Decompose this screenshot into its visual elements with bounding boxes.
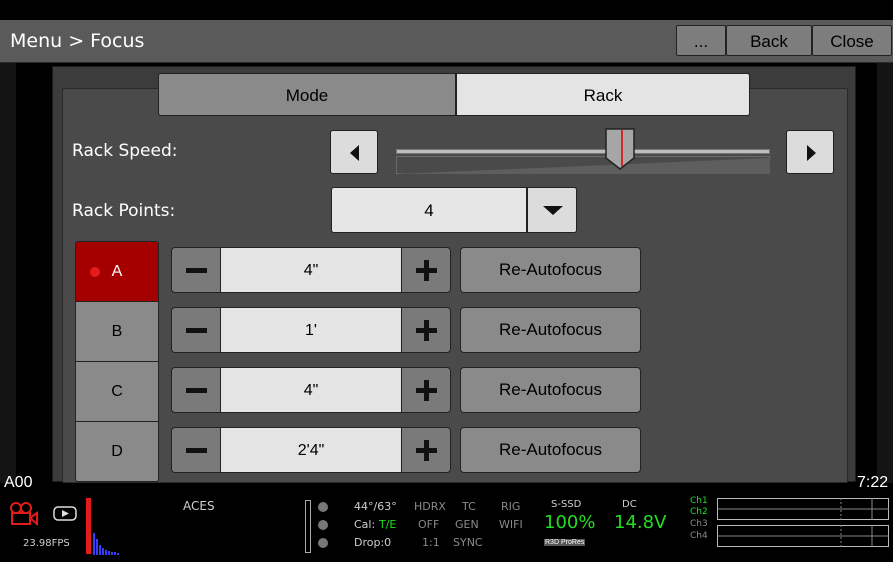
rack-speed-track[interactable] [396, 149, 770, 154]
point-b-decrease-button[interactable] [171, 307, 221, 353]
ratio-readout: 1:1 [422, 536, 440, 549]
rack-point-label: D [111, 443, 123, 460]
audio-channel-3: Ch3 [690, 519, 708, 529]
rack-speed-increase-button[interactable] [786, 130, 834, 174]
media-remaining: 100% [544, 512, 596, 533]
status-dot-icon [318, 520, 328, 530]
chevron-down-icon [543, 206, 563, 215]
audio-channel-1: Ch1 [690, 496, 708, 506]
temperature-readout: 44°/63° [354, 500, 397, 513]
breadcrumb-title: Menu > Focus [10, 30, 145, 52]
rig-label: RIG [501, 500, 521, 513]
point-d-decrease-button[interactable] [171, 427, 221, 473]
back-button[interactable]: Back [726, 25, 812, 56]
playback-icon[interactable] [53, 506, 77, 521]
tab-rack[interactable]: Rack [456, 73, 750, 116]
point-c-reautofocus-button[interactable]: Re-Autofocus [460, 367, 641, 413]
background-right-edge [877, 63, 893, 483]
arrow-left-icon [350, 145, 359, 161]
tab-mode[interactable]: Mode [158, 73, 456, 116]
arrow-right-icon [807, 145, 816, 161]
minus-icon [186, 268, 207, 273]
camera-status-bar: 23.98FPS ACES 44°/63° Cal: T/E Drop:0 HD… [0, 495, 893, 562]
fps-readout: 23.98FPS [23, 538, 70, 549]
point-a-reautofocus-button[interactable]: Re-Autofocus [460, 247, 641, 293]
audio-channel-4: Ch4 [690, 531, 708, 541]
point-c-distance: 4" [221, 367, 401, 413]
point-b-reautofocus-button[interactable]: Re-Autofocus [460, 307, 641, 353]
rack-points-select[interactable]: 4 [331, 187, 527, 233]
tc-label: TC [462, 500, 476, 513]
prores-badge: ProRes [560, 539, 586, 546]
audio-channel-2: Ch2 [690, 507, 708, 517]
point-d-distance: 2'4" [221, 427, 401, 473]
power-voltage: 14.8V [614, 512, 667, 533]
histogram-icon [93, 533, 119, 555]
hdrx-value: OFF [418, 518, 440, 531]
point-c-decrease-button[interactable] [171, 367, 221, 413]
rack-point-a[interactable]: A [75, 241, 159, 302]
point-d-increase-button[interactable] [401, 427, 451, 473]
record-camera-icon [10, 502, 38, 526]
calibration-value: T/E [379, 518, 397, 531]
point-c-increase-button[interactable] [401, 367, 451, 413]
media-label: S-SSD [551, 499, 582, 510]
more-button[interactable]: ... [676, 25, 726, 56]
power-label: DC [622, 499, 637, 510]
audio-meters [717, 498, 889, 547]
rack-point-d[interactable]: D [75, 421, 159, 482]
rack-point-label: B [111, 323, 123, 340]
rack-point-c[interactable]: C [75, 361, 159, 422]
rack-point-b[interactable]: B [75, 301, 159, 362]
minus-icon [186, 328, 207, 333]
r3d-badge: R3D [544, 539, 561, 546]
rack-point-label: A [111, 263, 123, 280]
minus-icon [186, 388, 207, 393]
rack-points-label: Rack Points: [72, 201, 176, 221]
rig-value: WIFI [499, 518, 523, 531]
rack-speed-ramp [396, 156, 770, 174]
active-dot-icon [90, 267, 100, 277]
hdrx-label: HDRX [414, 500, 446, 513]
rack-speed-decrease-button[interactable] [330, 130, 378, 174]
audio-meter-red [86, 498, 91, 554]
background-left-edge [0, 63, 16, 483]
rack-points-dropdown-button[interactable] [527, 187, 577, 233]
status-dot-icon [318, 538, 328, 548]
rack-point-label: C [111, 383, 123, 400]
close-button[interactable]: Close [812, 25, 892, 56]
point-b-increase-button[interactable] [401, 307, 451, 353]
color-space-label: ACES [183, 499, 215, 513]
dropped-frames-readout: Drop:0 [354, 536, 392, 549]
point-a-distance: 4" [221, 247, 401, 293]
rack-speed-thumb[interactable] [605, 128, 636, 170]
level-meter [305, 500, 311, 553]
point-d-reautofocus-button[interactable]: Re-Autofocus [460, 427, 641, 473]
background-timecode: 7:22 [857, 474, 889, 491]
calibration-label: Cal: [354, 518, 376, 531]
tc-sync: SYNC [453, 536, 483, 549]
tc-value: GEN [455, 518, 479, 531]
minus-icon [186, 448, 207, 453]
status-dot-icon [318, 502, 328, 512]
rack-speed-label: Rack Speed: [72, 141, 178, 161]
point-a-decrease-button[interactable] [171, 247, 221, 293]
background-clip-name: A00 [4, 474, 33, 491]
point-b-distance: 1' [221, 307, 401, 353]
point-a-increase-button[interactable] [401, 247, 451, 293]
menu-header: Menu > Focus ... Back Close [0, 20, 893, 63]
